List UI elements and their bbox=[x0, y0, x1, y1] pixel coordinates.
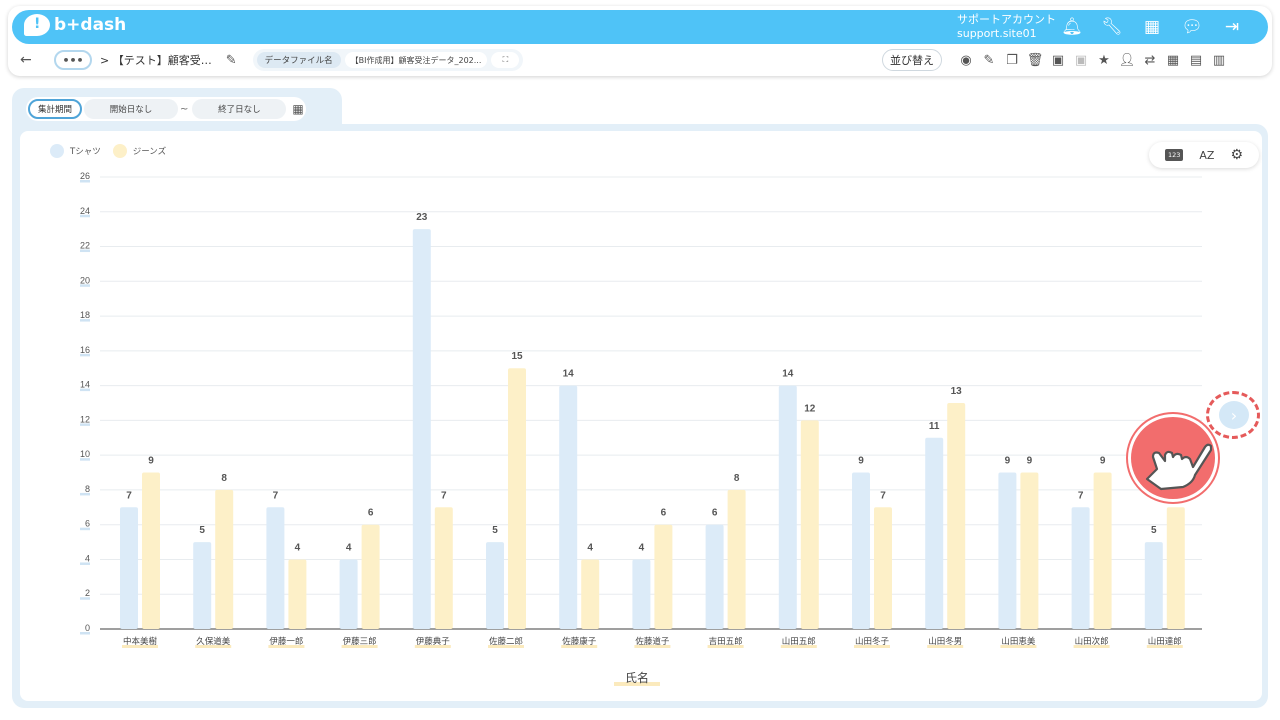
bar-value-label: 5 bbox=[492, 525, 498, 536]
y-tick-label: 12 bbox=[80, 414, 90, 424]
y-tick-label: 22 bbox=[80, 241, 90, 251]
x-tick-label: 伊藤典子 bbox=[416, 636, 451, 647]
bar-tshirt bbox=[339, 559, 358, 629]
tap-hint-circle bbox=[1128, 414, 1218, 502]
bar-value-label: 8 bbox=[221, 473, 227, 484]
bar-tshirt bbox=[486, 542, 504, 629]
bar-value-label: 9 bbox=[1100, 456, 1106, 467]
chevron-right-icon: › bbox=[1219, 401, 1249, 429]
bar-jeans bbox=[581, 559, 600, 629]
bar-tshirt bbox=[412, 229, 431, 629]
bar-jeans bbox=[654, 524, 673, 629]
x-tick-label: 佐藤道子 bbox=[635, 636, 670, 647]
bar-jeans bbox=[508, 368, 526, 629]
bar-tshirt bbox=[705, 524, 724, 629]
bar-tshirt bbox=[559, 385, 578, 629]
bar-value-label: 14 bbox=[782, 369, 794, 380]
bar-jeans bbox=[1166, 507, 1185, 629]
bar-value-label: 4 bbox=[587, 542, 593, 553]
bar-value-label: 9 bbox=[148, 456, 154, 467]
y-tick-label: 8 bbox=[85, 484, 90, 494]
bar-tshirt bbox=[120, 507, 138, 629]
bar-jeans bbox=[947, 403, 966, 629]
bar-jeans bbox=[727, 489, 746, 629]
y-tick-label: 0 bbox=[85, 623, 90, 633]
bar-value-label: 9 bbox=[1027, 456, 1033, 467]
bar-value-label: 14 bbox=[563, 369, 575, 380]
x-tick-label: 佐藤二郎 bbox=[489, 636, 523, 647]
bar-tshirt bbox=[778, 385, 797, 629]
bar-value-label: 7 bbox=[126, 490, 132, 501]
x-tick-label: 伊藤一郎 bbox=[269, 636, 303, 647]
bar-value-label: 9 bbox=[1005, 456, 1011, 467]
x-tick-label: 中本美樹 bbox=[123, 636, 158, 647]
x-tick-label: 山田達郎 bbox=[1148, 636, 1182, 647]
bar-jeans bbox=[1020, 472, 1039, 629]
x-tick-label: 山田五郎 bbox=[782, 636, 816, 647]
bar-tshirt bbox=[193, 542, 212, 629]
y-tick-label: 6 bbox=[85, 519, 90, 529]
bar-value-label: 11 bbox=[929, 421, 940, 432]
bar-chart: 0246810121416182022242679中本美樹58久保道美74伊藤一… bbox=[80, 171, 1202, 686]
x-tick-label: 山田冬男 bbox=[928, 636, 962, 647]
y-tick-label: 20 bbox=[80, 275, 90, 285]
bar-value-label: 6 bbox=[712, 508, 718, 519]
bar-jeans bbox=[215, 489, 234, 629]
bar-value-label: 5 bbox=[199, 525, 205, 536]
bar-jeans bbox=[142, 472, 160, 629]
bar-value-label: 7 bbox=[1078, 490, 1084, 501]
x-tick-label: 吉田五郎 bbox=[709, 636, 743, 647]
x-tick-label: 山田恵美 bbox=[1001, 636, 1036, 647]
y-tick-label: 14 bbox=[80, 380, 90, 390]
bar-value-label: 7 bbox=[441, 490, 447, 501]
app-window: ! b+dash サポートアカウント support.site01 🔔︎ 🔧︎ … bbox=[0, 0, 1280, 720]
bar-jeans bbox=[361, 524, 380, 629]
y-tick-label: 18 bbox=[80, 310, 90, 320]
bar-tshirt bbox=[632, 559, 651, 629]
bar-value-label: 13 bbox=[951, 386, 963, 397]
bar-value-label: 15 bbox=[511, 351, 523, 362]
y-tick-label: 10 bbox=[80, 449, 90, 459]
y-tick-label: 24 bbox=[80, 206, 90, 216]
x-tick-label: 久保道美 bbox=[196, 636, 231, 647]
bar-value-label: 4 bbox=[639, 542, 645, 553]
x-tick-label: 山田次郎 bbox=[1075, 636, 1109, 647]
bar-jeans bbox=[434, 507, 453, 629]
y-tick-label: 4 bbox=[85, 553, 90, 563]
bar-value-label: 23 bbox=[416, 212, 428, 223]
bar-jeans bbox=[874, 507, 892, 629]
bar-value-label: 6 bbox=[661, 508, 667, 519]
x-axis-title: 氏名 bbox=[625, 670, 649, 685]
bar-tshirt bbox=[266, 507, 285, 629]
bar-value-label: 12 bbox=[804, 403, 816, 414]
pointing-hand-icon bbox=[1145, 443, 1213, 491]
bar-value-label: 5 bbox=[1151, 525, 1157, 536]
bar-jeans bbox=[800, 420, 819, 629]
x-tick-label: 伊藤三郎 bbox=[343, 636, 377, 647]
bar-tshirt bbox=[998, 472, 1017, 629]
y-tick-label: 2 bbox=[85, 588, 90, 598]
bar-tshirt bbox=[925, 437, 944, 629]
bar-tshirt bbox=[1071, 507, 1090, 629]
bar-value-label: 9 bbox=[858, 456, 864, 467]
bar-tshirt bbox=[852, 472, 870, 629]
y-tick-label: 26 bbox=[80, 171, 90, 181]
bar-value-label: 7 bbox=[273, 490, 279, 501]
bar-value-label: 7 bbox=[880, 490, 886, 501]
x-tick-label: 佐藤康子 bbox=[562, 636, 597, 647]
bar-jeans bbox=[288, 559, 307, 629]
bar-value-label: 6 bbox=[368, 508, 374, 519]
x-tick-label: 山田冬子 bbox=[855, 636, 890, 647]
bar-value-label: 4 bbox=[295, 542, 301, 553]
bar-jeans bbox=[1093, 472, 1112, 629]
bar-value-label: 4 bbox=[346, 542, 352, 553]
bar-tshirt bbox=[1144, 542, 1163, 629]
bar-value-label: 8 bbox=[734, 473, 740, 484]
y-tick-label: 16 bbox=[80, 345, 90, 355]
